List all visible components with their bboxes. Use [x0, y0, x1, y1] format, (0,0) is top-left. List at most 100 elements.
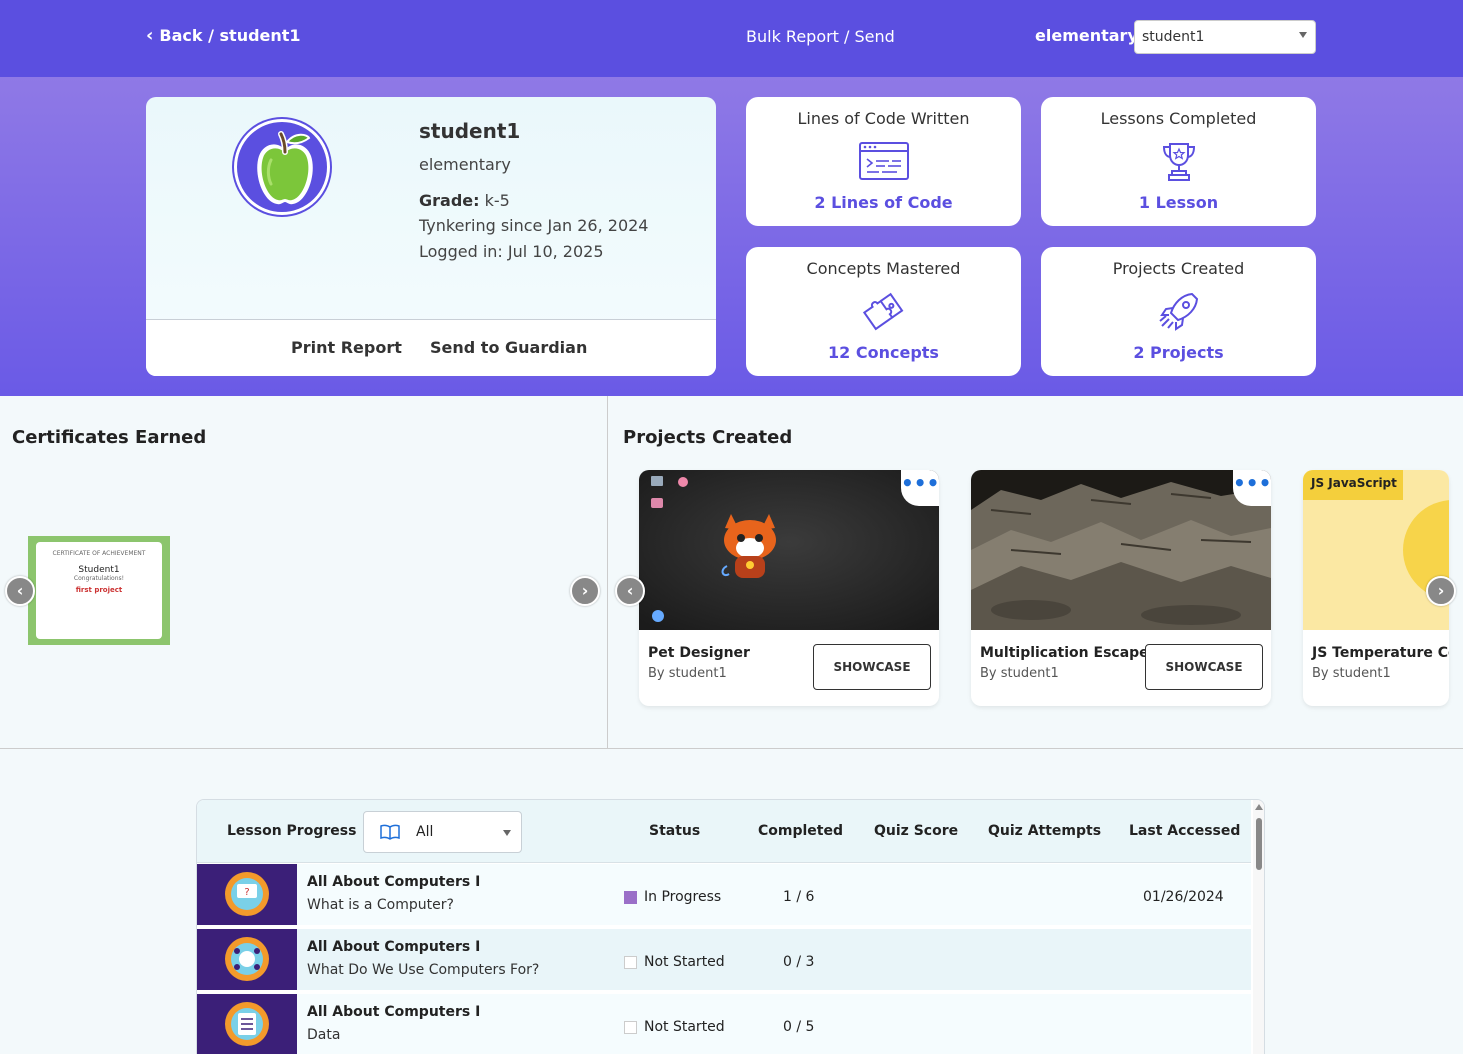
header-status: Status: [649, 823, 701, 839]
certificates-title: Certificates Earned: [12, 427, 207, 448]
status-indicator: [624, 1021, 637, 1034]
certificate-heading: CERTIFICATE OF ACHIEVEMENT: [52, 550, 146, 557]
course-name: All About Computers I: [307, 874, 481, 890]
book-icon: [380, 824, 400, 840]
more-options-icon[interactable]: •••: [901, 470, 939, 506]
stat-title: Lessons Completed: [1100, 109, 1257, 128]
caret-down-icon: [503, 830, 511, 836]
table-row[interactable]: All About Computers I Data Not Started 0…: [197, 994, 1251, 1054]
scroll-up-icon[interactable]: [1255, 804, 1263, 810]
stat-title: Lines of Code Written: [797, 109, 970, 128]
certificates-prev-arrow[interactable]: ‹: [5, 576, 35, 606]
chevron-left-icon: ‹: [146, 24, 154, 46]
table-row[interactable]: ? All About Computers I What is a Comput…: [197, 864, 1251, 925]
js-temperature-thumbnail: [1303, 470, 1449, 630]
puzzle-icon: [862, 292, 903, 331]
project-card[interactable]: ••• Pet Designer By student1 SHOWCASE: [639, 470, 939, 706]
project-author: By student1: [648, 666, 727, 681]
certificates-next-arrow[interactable]: ›: [570, 576, 600, 606]
pet-designer-thumbnail: [639, 470, 939, 630]
stat-title: Projects Created: [1112, 259, 1245, 278]
lesson-status: Not Started: [644, 954, 725, 970]
lesson-filter-value: All: [416, 824, 434, 840]
project-card[interactable]: ••• Multiplication Escape By student1 SH…: [971, 470, 1271, 706]
lesson-thumbnail: ?: [197, 864, 297, 925]
lesson-name[interactable]: What is a Computer?: [307, 897, 454, 913]
header-last-accessed: Last Accessed: [1129, 823, 1241, 839]
lesson-progress-table: Lesson Progress All Status Completed Qui…: [196, 799, 1265, 1054]
projects-next-arrow[interactable]: ›: [1426, 576, 1456, 606]
lesson-completed: 1 / 6: [783, 889, 815, 905]
javascript-badge: JS JavaScript: [1311, 476, 1397, 490]
stat-lines-of-code: Lines of Code Written 2 Lines of Code: [746, 97, 1021, 226]
more-options-icon[interactable]: •••: [1233, 470, 1271, 506]
lesson-completed: 0 / 3: [783, 954, 815, 970]
projects-title: Projects Created: [623, 427, 793, 448]
class-label: elementary: [1035, 26, 1138, 45]
certificate-name: Student1: [78, 565, 120, 575]
project-author: By student1: [980, 666, 1059, 681]
stat-value[interactable]: 2 Lines of Code: [746, 193, 1021, 212]
grade-label: Grade:: [419, 191, 480, 210]
vertical-divider: [607, 396, 608, 749]
top-bar: ‹ Back / student1 Bulk Report / Send ele…: [0, 0, 1463, 77]
project-name: Multiplication Escape: [980, 645, 1149, 661]
stat-value[interactable]: 2 Projects: [1041, 343, 1316, 362]
trophy-icon: [1162, 143, 1195, 181]
lesson-completed: 0 / 5: [783, 1019, 815, 1035]
stat-concepts-mastered: Concepts Mastered 12 Concepts: [746, 247, 1021, 376]
table-scrollbar[interactable]: [1253, 800, 1264, 1054]
status-indicator: [624, 891, 637, 904]
svg-text:?: ?: [244, 887, 249, 898]
print-report-button[interactable]: Print Report: [291, 338, 402, 357]
lesson-thumbnail: [197, 994, 297, 1054]
lesson-filter-select[interactable]: All: [363, 811, 522, 853]
lesson-last-accessed: 01/26/2024: [1143, 889, 1224, 905]
header-quiz-score: Quiz Score: [874, 823, 959, 839]
grade-value: k-5: [484, 191, 510, 210]
table-header: Lesson Progress All Status Completed Qui…: [197, 800, 1251, 863]
lesson-name[interactable]: Data: [307, 1027, 340, 1043]
header-lesson-progress: Lesson Progress: [227, 823, 357, 839]
logged-in: Logged in: Jul 10, 2025: [419, 242, 604, 261]
multiplication-escape-thumbnail: [971, 470, 1271, 630]
header-completed: Completed: [758, 823, 844, 839]
showcase-button[interactable]: SHOWCASE: [1145, 644, 1263, 690]
student-class: elementary: [419, 155, 511, 174]
back-label: Back / student1: [159, 26, 301, 45]
showcase-button[interactable]: SHOWCASE: [813, 644, 931, 690]
send-to-guardian-button[interactable]: Send to Guardian: [430, 338, 587, 357]
caret-down-icon: [1299, 32, 1307, 38]
lesson-name[interactable]: What Do We Use Computers For?: [307, 962, 539, 978]
header-quiz-attempts: Quiz Attempts: [988, 823, 1102, 839]
apple-avatar-icon: [234, 119, 330, 215]
bulk-report-link[interactable]: Bulk Report / Send: [746, 27, 895, 46]
back-link[interactable]: ‹ Back / student1: [146, 26, 301, 45]
course-name: All About Computers I: [307, 939, 481, 955]
stat-value[interactable]: 1 Lesson: [1041, 193, 1316, 212]
code-window-icon: [858, 142, 909, 180]
stat-projects-created: Projects Created 2 Projects: [1041, 247, 1316, 376]
student-select[interactable]: student1: [1134, 20, 1316, 54]
tynkering-since: Tynkering since Jan 26, 2024: [419, 216, 649, 235]
projects-prev-arrow[interactable]: ‹: [615, 576, 645, 606]
certificate-thumbnail[interactable]: CERTIFICATE OF ACHIEVEMENT Student1 Cong…: [28, 536, 170, 645]
status-indicator: [624, 956, 637, 969]
profile-card: student1 elementary Grade: k-5 Tynkering…: [146, 97, 716, 376]
rocket-icon: [1158, 292, 1198, 331]
stat-value[interactable]: 12 Concepts: [746, 343, 1021, 362]
student-select-value: student1: [1142, 29, 1205, 45]
certificate-paper: CERTIFICATE OF ACHIEVEMENT Student1 Cong…: [36, 542, 162, 639]
project-name: JS Temperature Con: [1312, 645, 1449, 661]
course-name: All About Computers I: [307, 1004, 481, 1020]
certificate-congrats: Congratulations!: [73, 575, 125, 582]
certificate-achievement: first project: [75, 586, 123, 594]
stat-title: Concepts Mastered: [806, 259, 961, 278]
lesson-status: Not Started: [644, 1019, 725, 1035]
lesson-status: In Progress: [644, 889, 722, 905]
scrollbar-thumb[interactable]: [1256, 818, 1262, 870]
lesson-thumbnail: [197, 929, 297, 990]
table-row[interactable]: All About Computers I What Do We Use Com…: [197, 929, 1251, 990]
student-name: student1: [419, 119, 521, 143]
project-author: By student1: [1312, 666, 1391, 681]
